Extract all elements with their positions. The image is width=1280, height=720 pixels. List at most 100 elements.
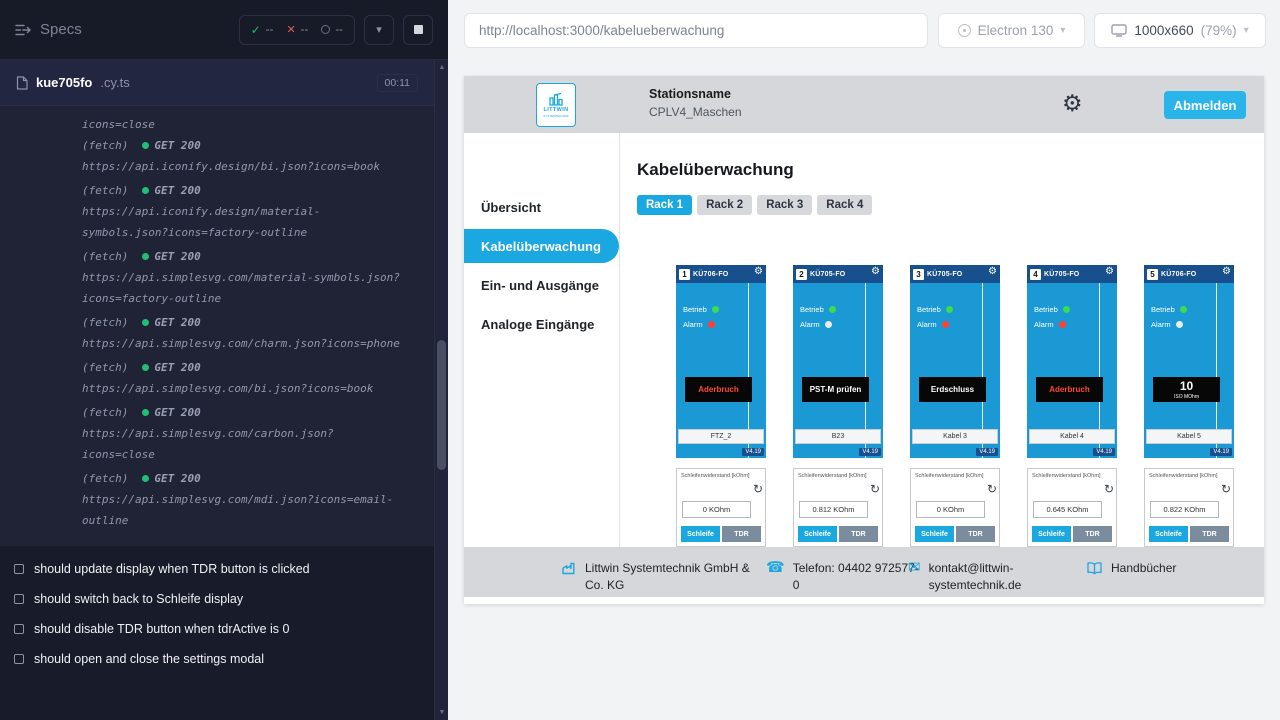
sidebar-item-uebersicht[interactable]: Übersicht [464,190,619,224]
log-status: GET 200 [154,139,200,152]
log-prefix: (fetch) [82,184,128,197]
device-gear-icon[interactable]: ⚙ [871,267,880,277]
status-display: Erdschluss [919,377,986,402]
scrollbar-thumb[interactable] [437,340,446,470]
status-display: Aderbruch [1036,377,1103,402]
scroll-up-icon[interactable]: ▲ [435,64,449,71]
email-icon: ✉ [908,560,921,577]
alarm-led [825,321,832,328]
schleife-button[interactable]: Schleife [1149,526,1188,542]
factory-icon [560,560,577,576]
manuals-link[interactable]: Handbücher [1111,560,1176,577]
test-title: should switch back to Schleife display [34,592,243,606]
collapse-button[interactable]: ▾ [364,15,394,45]
power-label: Betrieb [917,305,941,314]
test-pending-icon [14,624,24,634]
page-title: Kabelüberwachung [637,160,1264,180]
device-model: KÜ705-FO [1044,271,1079,278]
refresh-icon[interactable]: ↻ [753,483,763,495]
book-icon [1086,560,1103,576]
device-gear-icon[interactable]: ⚙ [988,267,997,277]
browser-select[interactable]: Electron 130 ▾ [938,13,1085,48]
littwin-logo: LITTWIN SYSTEMTECHNIK [536,83,576,127]
test-item[interactable]: should open and close the settings modal [14,652,434,666]
power-label: Betrieb [1151,305,1175,314]
sidebar-item-kabelueberwachung[interactable]: Kabelüberwachung [464,229,619,263]
status-display: Aderbruch [685,377,752,402]
log-status: GET 200 [154,316,200,329]
tdr-button[interactable]: TDR [956,526,995,542]
refresh-icon[interactable]: ↻ [1221,483,1231,495]
firmware-version: V4.19 [742,448,764,456]
tdr-button[interactable]: TDR [1190,526,1229,542]
cable-name: FTZ_2 [678,429,764,444]
tdr-button[interactable]: TDR [722,526,761,542]
tab-rack-1[interactable]: Rack 1 [637,195,692,215]
spec-timer: 00:11 [377,74,419,92]
logo-title: LITTWIN [543,107,568,113]
log-entry[interactable]: (fetch) GET 200 https://api.simplesvg.com… [0,312,418,354]
schleife-button[interactable]: Schleife [915,526,954,542]
test-item[interactable]: should switch back to Schleife display [14,592,434,606]
tab-rack-3[interactable]: Rack 3 [757,195,812,215]
viewport-size: 1000x660 [1134,23,1193,38]
log-prefix: (fetch) [82,316,128,329]
specs-label: Specs [40,21,82,38]
stop-tests-button[interactable] [403,15,433,45]
device-model: KÜ705-FO [927,271,962,278]
firmware-version: V4.19 [1093,448,1115,456]
tdr-button[interactable]: TDR [1073,526,1112,542]
specs-menu-button[interactable]: Specs [15,21,82,38]
reporter-scrollbar[interactable]: ▲ ▼ [434,60,448,720]
email-address[interactable]: kontakt@littwin-systemtechnik.de [929,560,1051,594]
device-gear-icon[interactable]: ⚙ [1222,267,1231,277]
device-gear-icon[interactable]: ⚙ [1105,267,1114,277]
power-label: Betrieb [1034,305,1058,314]
url-input[interactable] [464,13,928,48]
settings-gear-icon[interactable]: ⚙ [1062,90,1083,117]
test-pending-icon [14,594,24,604]
schleife-button[interactable]: Schleife [681,526,720,542]
spec-file-icon [16,76,28,90]
sidebar-item-analoge-eingaenge[interactable]: Analoge Eingänge [464,307,619,341]
pending-count: -- [335,24,343,36]
littwin-logo-icon [548,92,564,106]
log-entry[interactable]: (fetch)GET 200 https://api.iconify.desig… [0,180,418,243]
viewport-icon [1111,24,1127,37]
refresh-icon[interactable]: ↻ [870,483,880,495]
company-name: Littwin Systemtechnik GmbH & Co. KG [585,560,765,594]
log-entry[interactable]: (fetch)GET 200 https://api.simplesvg.com… [0,357,418,399]
electron-icon [958,24,971,37]
test-item[interactable]: should disable TDR button when tdrActive… [14,622,434,636]
app-footer: Littwin Systemtechnik GmbH & Co. KG ☎ Te… [464,547,1264,597]
tab-rack-2[interactable]: Rack 2 [697,195,752,215]
spec-header[interactable]: kue705fo .cy.ts 00:11 [0,60,448,106]
schleife-button[interactable]: Schleife [1032,526,1071,542]
sidebar-item-ein-und-ausgaenge[interactable]: Ein- und Ausgänge [464,268,619,302]
log-entry[interactable]: (fetch)GET 200 https://api.iconify.desig… [0,135,418,177]
viewport-select[interactable]: 1000x660 (79%) ▾ [1094,13,1266,48]
log-prefix: (fetch) [82,361,128,374]
log-url: https://api.simplesvg.com/charm.json?ico… [0,333,400,354]
tdr-button[interactable]: TDR [839,526,878,542]
log-prefix: (fetch) [82,139,128,152]
measurement-value: 0.812 KOhm [799,501,868,518]
log-line[interactable]: icons=close [0,114,418,135]
tab-rack-4[interactable]: Rack 4 [817,195,872,215]
refresh-icon[interactable]: ↻ [987,483,997,495]
measurement-label: Schleifenwiderstand [kOhm] [1032,473,1112,479]
schleife-button[interactable]: Schleife [798,526,837,542]
log-entry[interactable]: (fetch)GET 200 https://api.simplesvg.com… [0,468,418,531]
measurement-label: Schleifenwiderstand [kOhm] [915,473,995,479]
spec-extension: .cy.ts [100,75,129,90]
refresh-icon[interactable]: ↻ [1104,483,1114,495]
test-item[interactable]: should update display when TDR button is… [14,562,434,576]
log-entry[interactable]: (fetch)GET 200 https://api.simplesvg.com… [0,246,418,309]
logout-button[interactable]: Abmelden [1164,91,1246,119]
device-gear-icon[interactable]: ⚙ [754,267,763,277]
status-dot-icon [142,187,149,194]
app-under-test: LITTWIN SYSTEMTECHNIK Stationsname CPLV4… [464,76,1264,604]
measurement-label: Schleifenwiderstand [kOhm] [1149,473,1229,479]
scroll-down-icon[interactable]: ▼ [435,709,449,716]
log-entry[interactable]: (fetch)GET 200 https://api.simplesvg.com… [0,402,418,465]
